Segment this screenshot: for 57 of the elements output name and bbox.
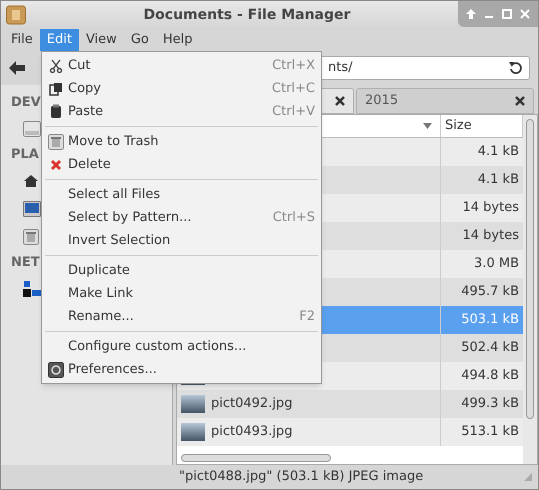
menu-bar-item[interactable]: Go bbox=[124, 29, 156, 51]
window-title: Documents - File Manager bbox=[142, 6, 352, 24]
file-size: 513.1 kB bbox=[460, 423, 520, 442]
monitor-icon bbox=[23, 201, 41, 217]
sidebar-heading: PLA bbox=[11, 146, 39, 164]
photo-placeholder bbox=[181, 423, 205, 441]
status-text: "pict0488.jpg" (503.1 kB) JPEG image bbox=[179, 468, 424, 486]
delete-icon bbox=[50, 158, 62, 170]
file-size: 503.1 kB bbox=[460, 311, 520, 330]
shortcut-text: Ctrl+X bbox=[272, 56, 315, 75]
folder-icon bbox=[6, 5, 26, 25]
trash-icon bbox=[48, 134, 64, 150]
file-size: 499.3 kB bbox=[460, 395, 520, 414]
menu-item[interactable]: Copy Ctrl+C bbox=[42, 77, 321, 100]
tab[interactable]: 2015 bbox=[356, 88, 534, 114]
menu-bar-item[interactable]: Help bbox=[156, 29, 200, 51]
shortcut-text: F2 bbox=[299, 308, 315, 326]
file-size: 502.4 kB bbox=[460, 339, 520, 358]
reload-icon[interactable] bbox=[509, 61, 523, 75]
sidebar-heading: NET bbox=[11, 254, 40, 272]
file-size: 4.1 kB bbox=[476, 143, 520, 162]
vertical-scrollbar[interactable] bbox=[526, 119, 534, 419]
resize-grip-icon[interactable] bbox=[524, 473, 532, 481]
shortcut-text: Ctrl+C bbox=[272, 80, 315, 98]
file-name: pict0492.jpg bbox=[211, 395, 292, 414]
sort-caret-icon[interactable] bbox=[423, 123, 432, 129]
network-icon bbox=[23, 281, 41, 297]
location-text: nts/ bbox=[328, 59, 354, 78]
scissors-icon bbox=[48, 58, 62, 72]
menu-item[interactable]: Cut Ctrl+X bbox=[42, 54, 321, 77]
close-icon[interactable] bbox=[515, 96, 525, 106]
menu-bar-item[interactable]: View bbox=[78, 29, 124, 51]
sidebar-heading: DEV bbox=[11, 94, 41, 112]
shortcut-text: Ctrl+V bbox=[272, 102, 315, 121]
home-icon bbox=[23, 174, 39, 188]
preferences-icon bbox=[48, 362, 64, 378]
file-size: 494.8 kB bbox=[460, 367, 520, 386]
file-row[interactable]: pict0492.jpg 499.3 kB bbox=[177, 390, 523, 418]
file-size: 495.7 kB bbox=[460, 283, 520, 302]
up-arrow-icon[interactable] bbox=[466, 9, 476, 19]
copy-icon bbox=[48, 82, 62, 96]
back-arrow-icon[interactable] bbox=[9, 61, 25, 75]
clipboard-icon bbox=[50, 104, 62, 119]
menu-item[interactable]: Paste Ctrl+V bbox=[42, 100, 321, 123]
file-size: 14 bytes bbox=[462, 227, 520, 246]
horizontal-scrollbar[interactable] bbox=[181, 454, 331, 462]
file-size: 3.0 MB bbox=[473, 255, 520, 274]
drive-icon bbox=[23, 121, 41, 137]
menu-bar-item[interactable]: File bbox=[4, 29, 40, 51]
trash-icon bbox=[23, 229, 39, 245]
maximize-icon[interactable] bbox=[502, 9, 512, 19]
file-name: pict0493.jpg bbox=[211, 423, 292, 442]
close-icon[interactable] bbox=[335, 96, 345, 106]
photo-placeholder bbox=[181, 395, 205, 413]
file-size: 14 bytes bbox=[462, 199, 520, 218]
file-row[interactable]: pict0493.jpg 513.1 kB bbox=[177, 418, 523, 446]
file-size: 4.1 kB bbox=[476, 171, 520, 190]
